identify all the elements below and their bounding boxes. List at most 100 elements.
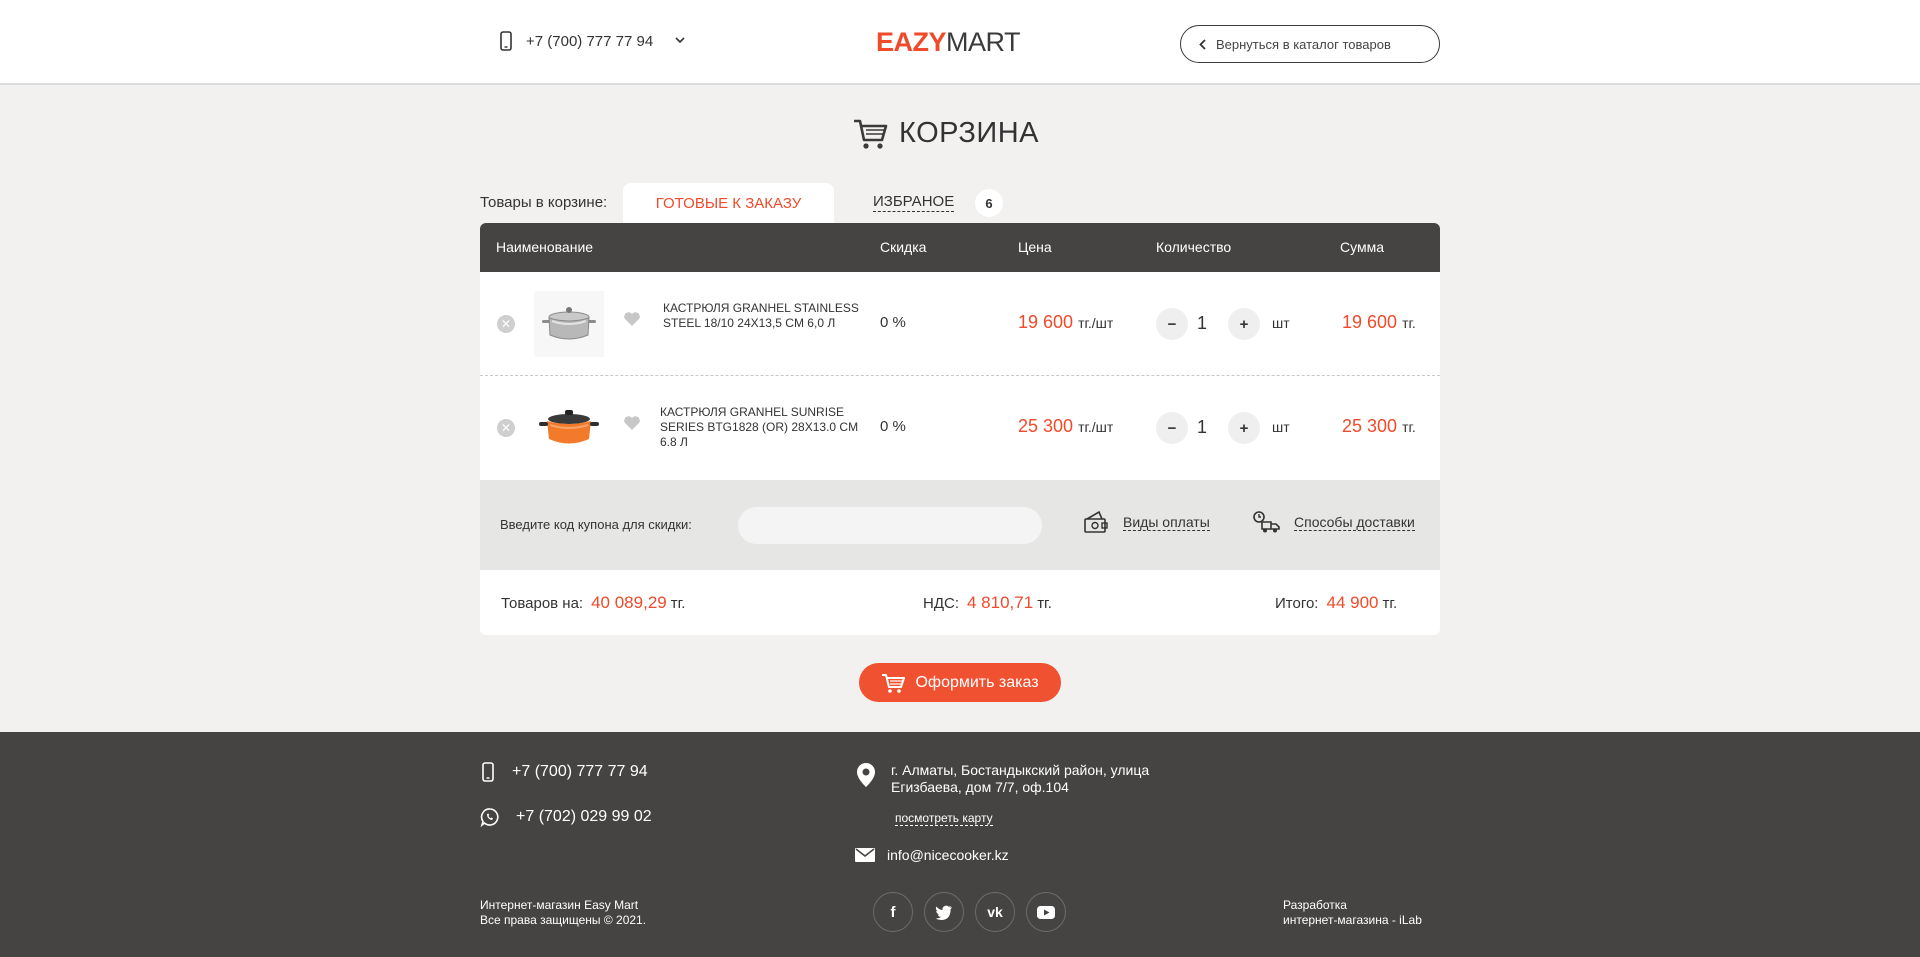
product-image-orange-pot[interactable] bbox=[534, 395, 604, 461]
cart-icon bbox=[882, 673, 906, 693]
cart-table: Наименование Скидка Цена Количество Сумм… bbox=[480, 223, 1440, 635]
product-price-value: 19 600 bbox=[1018, 312, 1074, 332]
remove-item-icon[interactable]: ✕ bbox=[497, 315, 515, 333]
column-header-price: Цена bbox=[1018, 239, 1052, 255]
youtube-icon[interactable] bbox=[1026, 892, 1066, 932]
coupon-input[interactable] bbox=[738, 507, 1042, 544]
whatsapp-icon bbox=[480, 808, 499, 827]
product-name[interactable]: КАСТРЮЛЯ GRANHEL SUNRISE SERIES BTG1828 … bbox=[660, 405, 870, 450]
delivery-methods-label: Способы доставки bbox=[1294, 513, 1415, 531]
header-phone[interactable]: +7 (700) 777 77 94 bbox=[500, 31, 685, 51]
mobile-phone-icon bbox=[482, 762, 494, 782]
payment-methods-link[interactable]: Виды оплаты bbox=[1083, 510, 1210, 534]
footer-email[interactable]: info@nicecooker.kz bbox=[855, 847, 1009, 863]
quantity-increase-button[interactable]: + bbox=[1228, 412, 1260, 444]
vat-total: НДС: 4 810,71 тг. bbox=[923, 593, 1052, 613]
twitter-icon[interactable] bbox=[924, 892, 964, 932]
product-sum-value: 25 300 bbox=[1342, 416, 1398, 436]
place-order-button[interactable]: Оформить заказ bbox=[859, 663, 1061, 702]
page-title-text: КОРЗИНА bbox=[899, 117, 1039, 149]
currency-label: тг. bbox=[1382, 595, 1398, 612]
copyright-line2: Все права защищены © 2021. bbox=[480, 913, 647, 927]
product-sum: 19 600 тг. bbox=[1342, 312, 1416, 333]
product-sum-unit: тг. bbox=[1402, 315, 1416, 331]
cart-icon bbox=[854, 119, 888, 149]
footer-address: г. Алматы, Бостандыкский район, улица Ег… bbox=[855, 762, 1149, 796]
product-image-steel-pot[interactable] bbox=[534, 291, 604, 357]
footer-phone-whatsapp-text: +7 (702) 029 99 02 bbox=[516, 808, 652, 825]
product-discount: 0 % bbox=[880, 418, 906, 435]
header-phone-number: +7 (700) 777 77 94 bbox=[526, 32, 654, 50]
product-price: 25 300 тг./шт bbox=[1018, 416, 1113, 437]
product-discount: 0 % bbox=[880, 314, 906, 331]
goods-total: Товаров на: 40 089,29 тг. bbox=[501, 593, 685, 613]
chevron-left-icon bbox=[1199, 38, 1206, 50]
quantity-unit: шт bbox=[1272, 419, 1290, 435]
tab-favorites[interactable]: ИЗБРАНОЕ bbox=[873, 193, 955, 212]
site-footer: +7 (700) 777 77 94 +7 (702) 029 99 02 г.… bbox=[0, 732, 1920, 957]
product-sum: 25 300 тг. bbox=[1342, 416, 1416, 437]
vk-icon[interactable]: vk bbox=[975, 892, 1015, 932]
table-row: ✕ КАСТРЮЛЯ GRANHEL SUNRISE SERIES BTG182… bbox=[480, 376, 1440, 480]
quantity-value[interactable]: 1 bbox=[1197, 313, 1207, 334]
facebook-icon[interactable]: f bbox=[873, 892, 913, 932]
product-price-unit: тг./шт bbox=[1078, 315, 1114, 331]
dev-line1: Разработка bbox=[1283, 898, 1347, 912]
heart-icon[interactable] bbox=[623, 415, 641, 436]
footer-developer-credit[interactable]: Разработка интернет-магазина - iLab bbox=[1283, 898, 1422, 928]
grand-total: Итого: 44 900 тг. bbox=[1275, 593, 1397, 613]
place-order-label: Оформить заказ bbox=[915, 673, 1039, 691]
favorites-count-badge: 6 bbox=[975, 189, 1003, 217]
wallet-icon bbox=[1084, 510, 1108, 533]
logo-part-eazy: EAZY bbox=[876, 27, 947, 57]
heart-icon[interactable] bbox=[623, 311, 641, 332]
quantity-unit: шт bbox=[1272, 315, 1290, 331]
cart-table-header: Наименование Скидка Цена Количество Сумм… bbox=[480, 223, 1440, 272]
cart-tabs-label: Товары в корзине: bbox=[480, 194, 608, 211]
cart-totals: Товаров на: 40 089,29 тг. НДС: 4 810,71 тг. … bbox=[480, 570, 1440, 635]
footer-phone-whatsapp[interactable]: +7 (702) 029 99 02 bbox=[480, 807, 652, 827]
product-price-value: 25 300 bbox=[1018, 416, 1074, 436]
quantity-decrease-button[interactable]: − bbox=[1156, 308, 1188, 340]
quantity-increase-button[interactable]: + bbox=[1228, 308, 1260, 340]
table-row: ✕ КАСТРЮЛЯ GRANHEL STAINLESS STEEL 18/10… bbox=[480, 272, 1440, 376]
envelope-icon bbox=[855, 848, 875, 862]
quantity-decrease-button[interactable]: − bbox=[1156, 412, 1188, 444]
footer-phone-primary-text: +7 (700) 777 77 94 bbox=[512, 763, 648, 780]
vat-label: НДС: bbox=[923, 595, 959, 612]
remove-item-icon[interactable]: ✕ bbox=[497, 419, 515, 437]
back-to-catalog-button[interactable]: Вернуться в каталог товаров bbox=[1180, 25, 1440, 63]
chevron-down-icon[interactable] bbox=[675, 35, 685, 47]
footer-address-line1: г. Алматы, Бостандыкский район, улица bbox=[891, 762, 1150, 778]
footer-address-line2: Егизбаева, дом 7/7, оф.104 bbox=[891, 779, 1069, 795]
delivery-methods-link[interactable]: Способы доставки bbox=[1252, 510, 1415, 534]
product-sum-unit: тг. bbox=[1402, 419, 1416, 435]
location-pin-icon bbox=[857, 763, 875, 787]
site-header: +7 (700) 777 77 94 EAZYMART Вернуться в … bbox=[0, 0, 1920, 85]
column-header-discount: Скидка bbox=[880, 239, 927, 255]
view-map-link[interactable]: посмотреть карту bbox=[895, 811, 993, 826]
grand-total-value: 44 900 bbox=[1326, 593, 1379, 612]
footer-address-text: г. Алматы, Бостандыкский район, улица Ег… bbox=[891, 762, 1149, 796]
delivery-truck-icon bbox=[1253, 511, 1280, 533]
product-name[interactable]: КАСТРЮЛЯ GRANHEL STAINLESS STEEL 18/10 2… bbox=[663, 301, 873, 331]
column-header-name: Наименование bbox=[496, 239, 594, 255]
column-header-quantity: Количество bbox=[1156, 239, 1232, 255]
social-links: f vk bbox=[873, 892, 1066, 932]
logo-part-mart: MART bbox=[946, 27, 1021, 57]
product-sum-value: 19 600 bbox=[1342, 312, 1398, 332]
back-to-catalog-label: Вернуться в каталог товаров bbox=[1216, 36, 1391, 52]
quantity-value[interactable]: 1 bbox=[1197, 417, 1207, 438]
tab-ready-to-order[interactable]: ГОТОВЫЕ К ЗАКАЗУ bbox=[623, 183, 834, 223]
grand-total-label: Итого: bbox=[1275, 595, 1319, 612]
mobile-phone-icon bbox=[500, 31, 512, 51]
product-price-unit: тг./шт bbox=[1078, 419, 1114, 435]
logo[interactable]: EAZYMART bbox=[876, 27, 1021, 58]
goods-total-value: 40 089,29 bbox=[591, 593, 667, 612]
currency-label: тг. bbox=[1037, 595, 1052, 612]
goods-total-label: Товаров на: bbox=[501, 595, 584, 612]
page-title: КОРЗИНА bbox=[853, 117, 1039, 150]
footer-phone-primary[interactable]: +7 (700) 777 77 94 bbox=[482, 762, 648, 782]
column-header-sum: Сумма bbox=[1340, 239, 1384, 255]
footer-copyright: Интернет-магазин Easy Mart Все права защ… bbox=[480, 898, 646, 928]
